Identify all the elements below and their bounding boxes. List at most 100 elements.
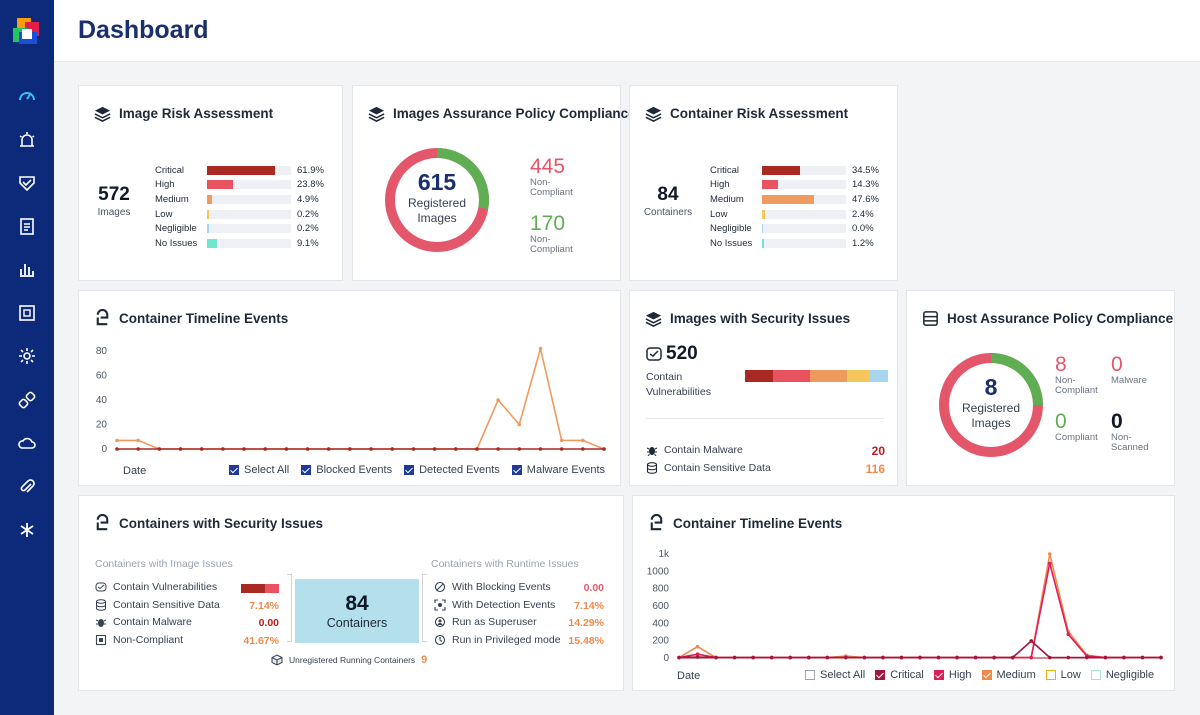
scan-icon[interactable] <box>15 301 39 325</box>
checkbox-icon[interactable] <box>1045 670 1056 680</box>
data-point[interactable] <box>1140 655 1145 660</box>
paperclip-icon[interactable] <box>15 475 39 499</box>
risk-label: No Issues <box>155 237 198 249</box>
data-point[interactable] <box>602 447 606 451</box>
data-point[interactable] <box>559 447 564 451</box>
data-point[interactable] <box>806 655 811 660</box>
data-point[interactable] <box>825 655 830 660</box>
data-point[interactable] <box>695 655 700 659</box>
cube-icon <box>271 654 283 666</box>
data-point[interactable] <box>1066 632 1071 637</box>
data-point[interactable] <box>199 447 204 451</box>
data-point[interactable] <box>844 655 848 660</box>
data-point[interactable] <box>1122 655 1126 660</box>
data-point[interactable] <box>1085 655 1089 660</box>
data-point[interactable] <box>496 398 500 402</box>
data-point[interactable] <box>326 447 331 451</box>
data-point[interactable] <box>936 655 941 660</box>
legend-item[interactable]: Medium <box>981 669 1036 681</box>
checkbox-icon[interactable] <box>404 465 415 475</box>
data-point[interactable] <box>918 655 922 660</box>
data-point[interactable] <box>538 447 543 451</box>
checkbox-icon[interactable] <box>1090 670 1101 680</box>
clipboard-icon[interactable] <box>15 214 39 238</box>
data-point[interactable] <box>517 447 522 451</box>
data-point[interactable] <box>677 655 681 660</box>
data-point[interactable] <box>769 655 774 660</box>
data-point[interactable] <box>955 655 959 660</box>
database-icon <box>96 598 106 611</box>
data-point[interactable] <box>517 422 522 427</box>
data-point[interactable] <box>559 438 564 443</box>
data-point[interactable] <box>369 447 373 451</box>
checkbox-icon[interactable] <box>229 465 239 475</box>
legend-item[interactable]: Low <box>1045 669 1081 681</box>
legend-item[interactable]: High <box>933 669 972 681</box>
data-point[interactable] <box>496 447 500 451</box>
legend-item[interactable]: Critical <box>875 669 924 681</box>
legend-item[interactable]: Blocked Events <box>301 464 392 476</box>
data-point[interactable] <box>1066 655 1071 660</box>
asterisk-icon[interactable] <box>15 518 39 542</box>
data-point[interactable] <box>992 655 996 660</box>
link-icon[interactable] <box>15 388 39 412</box>
data-point[interactable] <box>695 644 700 649</box>
data-point[interactable] <box>1103 655 1108 660</box>
checkbox-icon[interactable] <box>511 465 522 475</box>
data-point[interactable] <box>178 447 183 451</box>
data-point[interactable] <box>453 447 458 451</box>
data-point[interactable] <box>115 447 119 451</box>
cloud-icon[interactable] <box>15 431 39 455</box>
legend-item[interactable]: Negligible <box>1090 669 1155 681</box>
legend-item[interactable]: Select All <box>805 669 865 681</box>
data-point[interactable] <box>714 655 718 660</box>
data-point[interactable] <box>242 447 246 451</box>
app-logo[interactable] <box>11 16 43 48</box>
data-point[interactable] <box>788 655 793 660</box>
data-point[interactable] <box>862 655 867 660</box>
data-point[interactable] <box>136 438 140 443</box>
data-point[interactable] <box>899 655 904 660</box>
checkbox-icon[interactable] <box>875 670 886 680</box>
checkbox-icon[interactable] <box>981 670 992 680</box>
bar-chart-icon[interactable] <box>15 257 39 281</box>
data-point[interactable] <box>136 447 140 451</box>
legend-item[interactable]: Malware Events <box>511 464 605 476</box>
data-point[interactable] <box>1047 655 1052 660</box>
data-point[interactable] <box>411 447 416 451</box>
data-point[interactable] <box>475 447 479 451</box>
data-point[interactable] <box>538 346 543 351</box>
data-point[interactable] <box>284 447 289 451</box>
data-point[interactable] <box>390 447 395 451</box>
data-point[interactable] <box>751 655 755 660</box>
data-point[interactable] <box>157 447 162 451</box>
legend-item[interactable]: Select All <box>229 464 289 476</box>
checkbox-icon[interactable] <box>933 670 944 680</box>
data-point[interactable] <box>1029 655 1034 660</box>
data-point[interactable] <box>1047 552 1052 556</box>
data-point[interactable] <box>263 447 268 451</box>
alert-icon[interactable] <box>15 128 39 152</box>
legend-item[interactable]: Detected Events <box>404 464 500 476</box>
data-point[interactable] <box>1010 655 1015 660</box>
checkbox-icon[interactable] <box>805 670 815 680</box>
data-point[interactable] <box>973 655 978 660</box>
data-point[interactable] <box>221 447 225 451</box>
legend-label: Negligible <box>1105 669 1155 681</box>
data-point[interactable] <box>581 438 585 443</box>
data-point[interactable] <box>1159 655 1163 660</box>
data-point[interactable] <box>1047 561 1052 566</box>
data-point[interactable] <box>581 447 585 451</box>
data-point[interactable] <box>881 655 885 660</box>
data-point[interactable] <box>115 438 119 443</box>
data-point[interactable] <box>1029 639 1034 643</box>
gear-icon[interactable] <box>15 344 39 368</box>
data-point[interactable] <box>305 447 310 451</box>
checkbox-icon[interactable] <box>301 465 312 475</box>
data-point[interactable] <box>432 447 437 451</box>
shield-icon[interactable] <box>15 171 39 195</box>
data-point[interactable] <box>732 655 737 660</box>
data-point[interactable] <box>348 447 352 451</box>
database-icon <box>646 462 658 474</box>
dashboard-icon[interactable] <box>15 84 39 108</box>
